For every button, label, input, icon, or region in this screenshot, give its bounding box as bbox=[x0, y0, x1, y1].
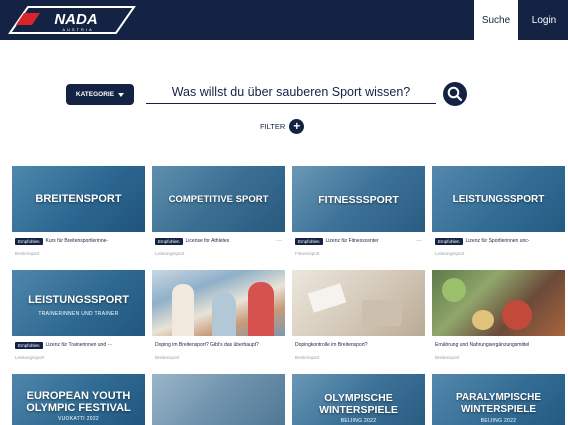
plus-icon: + bbox=[289, 118, 305, 134]
course-card[interactable]: OLYMPISCHE WINTERSPIELE BEIJING 2022 bbox=[292, 374, 425, 425]
course-card[interactable]: EUROPEAN YOUTH OLYMPIC FESTIVAL VUOKATTI… bbox=[12, 374, 145, 425]
card-thumbnail: FITNESSSPORT bbox=[292, 166, 425, 232]
card-thumbnail bbox=[432, 270, 565, 336]
card-title: Dopingkontrolle im Breitensport? bbox=[295, 342, 368, 348]
card-thumbnail bbox=[292, 270, 425, 336]
search-icon bbox=[447, 86, 463, 102]
card-thumb-title: BREITENSPORT bbox=[35, 193, 122, 205]
course-card[interactable]: COMPETITIVE SPORT Empfohlen License for … bbox=[152, 166, 285, 264]
top-navbar: NADA AUSTRIA Suche Login bbox=[0, 0, 568, 40]
card-thumb-subtitle: TRAINERINNEN UND TRAINER bbox=[38, 311, 119, 317]
card-thumbnail bbox=[152, 374, 285, 425]
course-card[interactable]: BREITENSPORT Empfohlen Kurs für Breitens… bbox=[12, 166, 145, 264]
recommended-badge: Empfohlen bbox=[435, 237, 463, 245]
card-title: Doping im Breitensport? Gibt's das überh… bbox=[155, 342, 259, 348]
card-thumb-title: PARALYMPISCHE WINTERSPIELE bbox=[455, 392, 541, 415]
card-category: Breitensport bbox=[435, 355, 460, 360]
card-title: Lizenz für Sportlerinnen unc- bbox=[465, 238, 530, 244]
recommended-badge: Empfohlen bbox=[295, 237, 323, 245]
card-thumbnail: LEISTUNGSSPORT TRAINERINNEN UND TRAINER bbox=[12, 270, 145, 336]
card-thumbnail: OLYMPISCHE WINTERSPIELE BEIJING 2022 bbox=[292, 374, 425, 425]
course-card[interactable]: PARALYMPISCHE WINTERSPIELE BEIJING 2022 bbox=[432, 374, 565, 425]
card-thumbnail: LEISTUNGSSPORT bbox=[432, 166, 565, 232]
course-card[interactable]: LEISTUNGSSPORT Empfohlen Lizenz für Spor… bbox=[432, 166, 565, 264]
card-category: Breitensport bbox=[15, 251, 40, 256]
photo-object bbox=[307, 283, 347, 313]
caret-down-icon bbox=[118, 92, 125, 97]
card-title: Lizenz für Trainerinnen und ··· bbox=[45, 342, 113, 348]
card-category: Leistungssport bbox=[15, 355, 45, 360]
photo-figure bbox=[212, 292, 236, 336]
card-thumbnail: EUROPEAN YOUTH OLYMPIC FESTIVAL VUOKATTI… bbox=[12, 374, 145, 425]
card-thumbnail: BREITENSPORT bbox=[12, 166, 145, 232]
card-thumb-subtitle: VUOKATTI 2022 bbox=[57, 416, 100, 422]
category-dropdown-label: KATEGORIE bbox=[75, 91, 115, 98]
nada-logo[interactable]: NADA AUSTRIA bbox=[6, 5, 136, 35]
more-options-icon[interactable]: ··· bbox=[416, 238, 422, 244]
card-thumb-title: COMPETITIVE SPORT bbox=[168, 194, 269, 205]
photo-object bbox=[502, 300, 532, 330]
card-category: Leistungssport bbox=[435, 251, 465, 256]
filter-label: FILTER bbox=[260, 121, 286, 131]
card-category: Leistungssport bbox=[155, 251, 185, 256]
logo-text: NADA bbox=[54, 11, 97, 28]
card-thumb-title: EUROPEAN YOUTH OLYMPIC FESTIVAL bbox=[26, 390, 131, 414]
course-card[interactable]: FITNESSSPORT Empfohlen Lizenz für Fitnes… bbox=[292, 166, 425, 264]
search-input[interactable]: Was willst du über sauberen Sport wissen… bbox=[146, 80, 436, 104]
more-options-icon[interactable]: ··· bbox=[276, 238, 282, 244]
card-thumb-title: OLYMPISCHE WINTERSPIELE bbox=[319, 392, 398, 416]
logo-subtext: AUSTRIA bbox=[62, 27, 93, 32]
card-title: Kurs für Breitensportlerinne- bbox=[45, 238, 109, 244]
photo-object bbox=[442, 278, 466, 302]
card-thumb-title: FITNESSSPORT bbox=[318, 194, 399, 206]
card-thumb-title: LEISTUNGSSPORT bbox=[28, 294, 129, 306]
recommended-badge: Empfohlen bbox=[15, 341, 43, 349]
filter-toggle[interactable]: FILTER + bbox=[260, 117, 305, 135]
card-thumb-title: LEISTUNGSSPORT bbox=[452, 194, 545, 205]
photo-figure bbox=[172, 284, 194, 336]
card-category: Fitnesssport bbox=[295, 251, 320, 256]
card-thumb-subtitle: BEIJING 2022 bbox=[480, 418, 517, 424]
card-thumbnail bbox=[152, 270, 285, 336]
card-title: Lizenz für Fitnesscenter bbox=[325, 238, 379, 244]
category-dropdown[interactable]: KATEGORIE bbox=[66, 84, 134, 105]
search-button[interactable] bbox=[443, 82, 467, 106]
recommended-badge: Empfohlen bbox=[155, 237, 183, 245]
photo-object bbox=[362, 300, 402, 326]
photo-figure bbox=[248, 282, 274, 336]
nav-login-link[interactable]: Login bbox=[520, 0, 568, 40]
card-title: License for Athletes bbox=[185, 238, 230, 244]
course-card[interactable]: Ernährung und Nahrungsergänzungsmittel B… bbox=[432, 270, 565, 368]
card-title: Ernährung und Nahrungsergänzungsmittel bbox=[435, 342, 530, 348]
course-card[interactable]: Doping im Breitensport? Gibt's das überh… bbox=[152, 270, 285, 368]
card-category: Breitensport bbox=[295, 355, 320, 360]
photo-object bbox=[472, 310, 494, 330]
recommended-badge: Empfohlen bbox=[15, 237, 43, 245]
course-card[interactable] bbox=[152, 374, 285, 425]
card-thumbnail: PARALYMPISCHE WINTERSPIELE BEIJING 2022 bbox=[432, 374, 565, 425]
card-category: Breitensport bbox=[155, 355, 180, 360]
course-card[interactable]: Dopingkontrolle im Breitensport? Breiten… bbox=[292, 270, 425, 368]
course-card[interactable]: LEISTUNGSSPORT TRAINERINNEN UND TRAINER … bbox=[12, 270, 145, 368]
nav-search-link[interactable]: Suche bbox=[474, 0, 518, 40]
search-prompt: Was willst du über sauberen Sport wissen… bbox=[171, 84, 411, 99]
card-thumbnail: COMPETITIVE SPORT bbox=[152, 166, 285, 232]
card-thumb-subtitle: BEIJING 2022 bbox=[340, 418, 377, 424]
